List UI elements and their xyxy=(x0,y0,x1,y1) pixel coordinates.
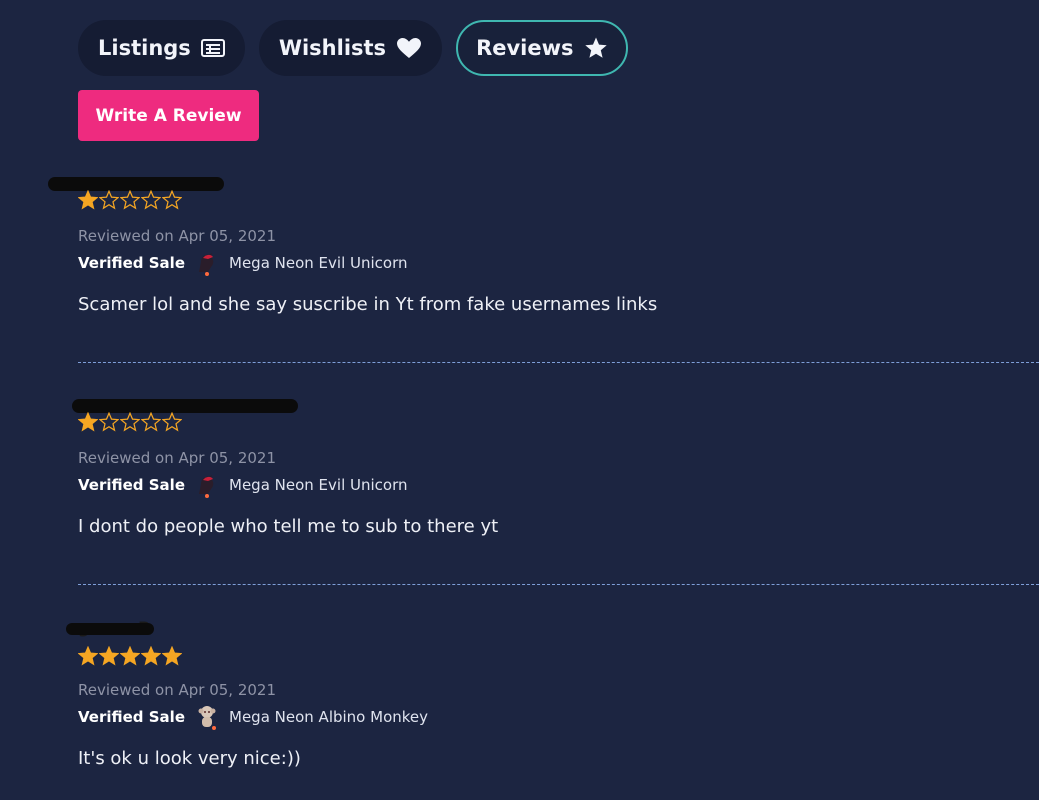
review-item: Reviewed on Apr 05, 2021 Verified Sale M… xyxy=(48,172,1039,332)
tab-wishlists[interactable]: Wishlists xyxy=(258,20,443,76)
review-item: Reviewed on Apr 05, 2021 Verified Sale M… xyxy=(72,394,1039,554)
star-filled-icon xyxy=(78,190,98,210)
review-item: gamexR Reviewed on Apr 05, 2021 Verified… xyxy=(66,616,1039,786)
review-comment: Scamer lol and she say suscribe in Yt fr… xyxy=(78,294,658,315)
tab-listings[interactable]: Listings xyxy=(78,20,245,76)
tab-reviews[interactable]: Reviews xyxy=(456,20,628,76)
redacted-name-mark xyxy=(66,623,154,635)
star-filled-icon xyxy=(120,646,140,666)
verified-sale-label: Verified Sale xyxy=(78,708,185,726)
star-filled-icon xyxy=(78,412,98,432)
star-icon xyxy=(584,36,608,60)
rating-stars xyxy=(78,190,182,210)
evil-unicorn-icon xyxy=(195,250,219,276)
star-empty-icon xyxy=(141,412,161,432)
write-review-button[interactable]: Write A Review xyxy=(78,90,259,141)
listings-icon xyxy=(200,38,225,58)
review-divider xyxy=(78,584,1039,585)
pet-name-link[interactable]: Mega Neon Evil Unicorn xyxy=(229,476,408,494)
heart-icon xyxy=(396,37,422,59)
verified-sale-row: Verified Sale Mega Neon Albino Monkey xyxy=(78,704,428,730)
redacted-name-mark xyxy=(48,177,224,191)
redacted-name-mark xyxy=(72,399,298,413)
tab-label: Wishlists xyxy=(278,36,387,60)
review-date: Reviewed on Apr 05, 2021 xyxy=(78,681,277,699)
star-filled-icon xyxy=(162,646,182,666)
tab-label: Listings xyxy=(98,36,191,60)
star-empty-icon xyxy=(120,190,140,210)
review-date: Reviewed on Apr 05, 2021 xyxy=(78,227,277,245)
tab-label: Reviews xyxy=(476,36,574,60)
verified-sale-row: Verified Sale Mega Neon Evil Unicorn xyxy=(78,250,408,276)
review-comment: It's ok u look very nice:)) xyxy=(78,748,301,769)
star-empty-icon xyxy=(99,412,119,432)
rating-stars xyxy=(78,412,182,432)
star-filled-icon xyxy=(78,646,98,666)
review-date: Reviewed on Apr 05, 2021 xyxy=(78,449,277,467)
review-comment: I dont do people who tell me to sub to t… xyxy=(78,516,499,537)
star-empty-icon xyxy=(120,412,140,432)
star-empty-icon xyxy=(162,412,182,432)
star-filled-icon xyxy=(141,646,161,666)
verified-sale-row: Verified Sale Mega Neon Evil Unicorn xyxy=(78,472,408,498)
pet-name-link[interactable]: Mega Neon Albino Monkey xyxy=(229,708,428,726)
verified-sale-label: Verified Sale xyxy=(78,476,185,494)
star-empty-icon xyxy=(141,190,161,210)
profile-tabs: Listings Wishlists Reviews xyxy=(78,20,628,76)
rating-stars xyxy=(78,646,182,666)
star-filled-icon xyxy=(99,646,119,666)
albino-monkey-icon xyxy=(195,704,219,730)
review-divider xyxy=(78,362,1039,363)
star-empty-icon xyxy=(99,190,119,210)
star-empty-icon xyxy=(162,190,182,210)
evil-unicorn-icon xyxy=(195,472,219,498)
verified-sale-label: Verified Sale xyxy=(78,254,185,272)
pet-name-link[interactable]: Mega Neon Evil Unicorn xyxy=(229,254,408,272)
